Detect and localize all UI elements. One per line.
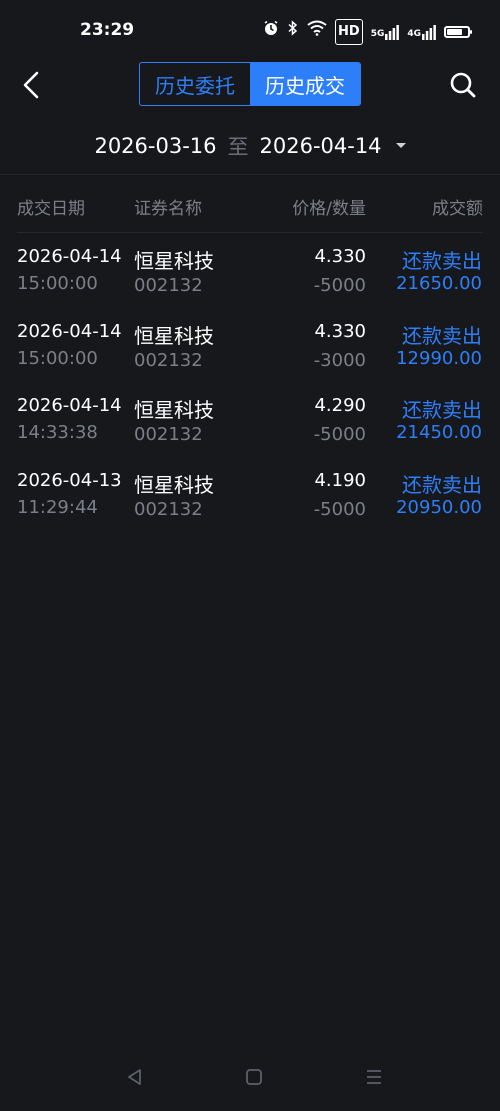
history-tab-switch: 历史委托 历史成交 [139,62,361,106]
signal-4g-label: 4G [407,29,421,39]
row-security-name: 恒星科技 [134,473,214,498]
row-security-code: 002132 [134,349,203,371]
row-quantity: -5000 [313,424,366,446]
row-trade-type: 还款卖出 [402,249,482,273]
row-amount: 12990.00 [396,347,482,369]
row-time: 15:00:00 [17,273,98,294]
row-price: 4.330 [314,320,366,342]
row-trade-type: 还款卖出 [402,473,482,498]
table-row[interactable]: 2026-04-14 15:00:00 恒星科技 002132 4.330 -3… [0,315,500,390]
search-icon [450,72,476,98]
search-button[interactable] [446,68,480,102]
nav-back-button[interactable] [121,1063,149,1091]
row-security-name: 恒星科技 [134,323,214,348]
header-security-name: 证券名称 [134,199,202,219]
chevron-left-icon [23,71,39,99]
back-button[interactable] [14,68,48,102]
row-security-name: 恒星科技 [134,398,214,423]
square-home-icon [246,1069,262,1085]
divider [0,174,500,175]
table-row[interactable]: 2026-04-14 15:00:00 恒星科技 002132 4.330 -5… [0,240,500,315]
system-nav-bar [0,1051,500,1111]
row-amount: 21650.00 [396,273,482,294]
row-amount: 21450.00 [396,422,482,444]
tab-history-trades[interactable]: 历史成交 [250,63,360,105]
header-trade-date: 成交日期 [17,199,85,219]
date-range-start: 2026-03-16 [94,134,217,158]
row-time: 15:00:00 [17,347,98,369]
row-quantity: -3000 [313,349,366,371]
tab-history-orders[interactable]: 历史委托 [140,63,250,105]
divider [17,232,483,233]
row-date: 2026-04-14 [17,395,122,417]
date-range-end: 2026-04-14 [259,134,382,158]
wifi-icon [307,20,327,45]
row-trade-type: 还款卖出 [402,323,482,348]
row-quantity: -5000 [313,499,366,521]
battery-fill [447,29,462,35]
caret-down-icon [395,142,406,148]
nav-menu-button[interactable] [360,1063,388,1091]
triangle-back-icon [128,1069,141,1085]
status-time: 23:29 [80,20,135,40]
hd-icon: HD [335,19,363,45]
signal-5g-label: 5G [370,29,385,39]
row-time: 11:29:44 [17,497,98,519]
trade-list: 2026-04-14 15:00:00 恒星科技 002132 4.330 -5… [0,240,500,539]
date-range-selector[interactable]: 2026-03-16 至 2026-04-14 [0,128,500,164]
date-range-separator: 至 [227,135,249,159]
row-price: 4.330 [314,246,366,267]
row-price: 4.290 [314,395,366,417]
signal-5g-icon: 5G [371,24,400,40]
row-security-code: 002132 [134,424,203,446]
row-trade-type: 还款卖出 [402,398,482,423]
table-row[interactable]: 2026-04-14 14:33:38 恒星科技 002132 4.290 -5… [0,389,500,464]
row-date: 2026-04-14 [17,246,122,267]
header-price-quantity: 价格/数量 [292,199,366,219]
alarm-icon [263,20,279,45]
nav-home-button[interactable] [240,1063,268,1091]
row-date: 2026-04-13 [17,470,122,492]
row-security-code: 002132 [134,275,203,296]
table-header: 成交日期 证券名称 价格/数量 成交额 [0,186,500,222]
menu-icon [367,1070,381,1084]
row-quantity: -5000 [313,275,366,296]
row-security-name: 恒星科技 [134,249,214,273]
row-security-code: 002132 [134,499,203,521]
header-trade-amount: 成交额 [432,199,483,219]
status-icons: HD 5G 4G [263,19,472,45]
status-bar: 23:29 HD 5G 4G [0,0,500,64]
row-time: 14:33:38 [17,422,98,444]
row-amount: 20950.00 [396,497,482,519]
signal-4g-icon: 4G [407,24,436,40]
nav-bar: 历史委托 历史成交 [0,60,500,110]
row-date: 2026-04-14 [17,320,122,342]
table-row[interactable]: 2026-04-13 11:29:44 恒星科技 002132 4.190 -5… [0,464,500,539]
bluetooth-icon [287,19,299,45]
row-price: 4.190 [314,470,366,492]
battery-icon [444,26,472,38]
